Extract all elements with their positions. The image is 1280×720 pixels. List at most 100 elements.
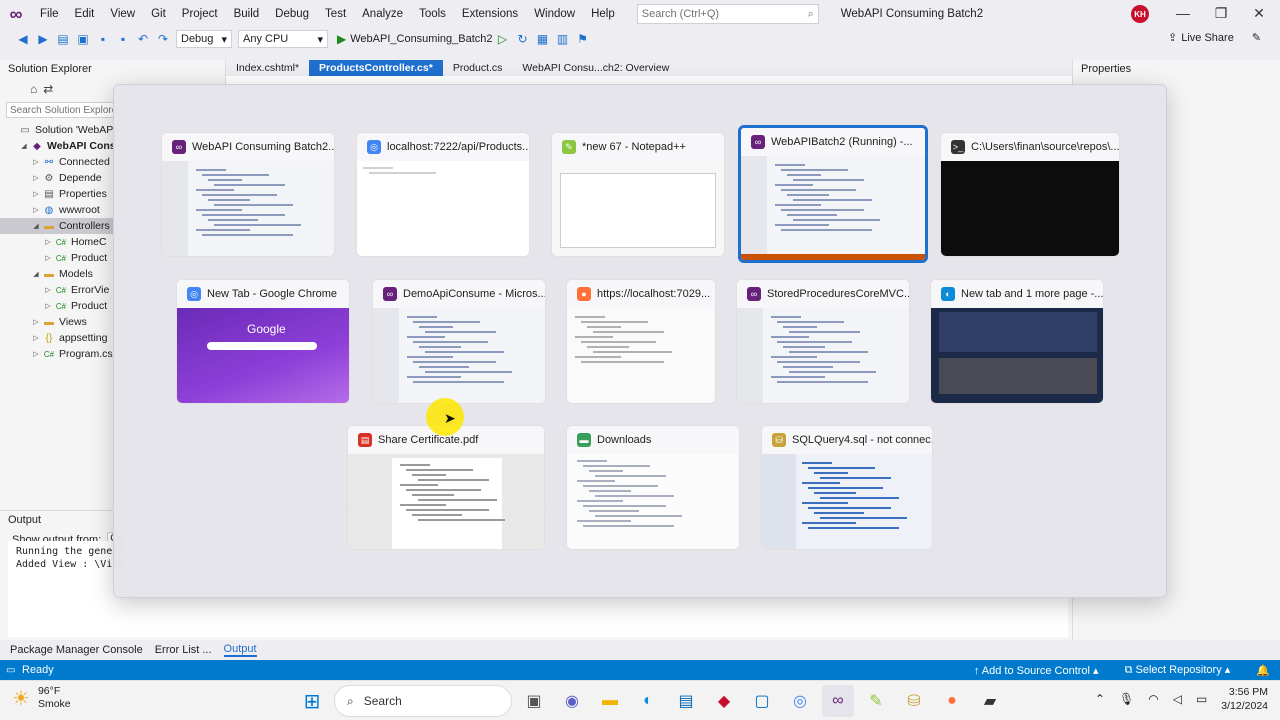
weather-widget[interactable]: ☀ 96°F Smoke xyxy=(12,685,71,711)
live-share-button[interactable]: ⇪ Live Share ✎ xyxy=(1168,31,1261,45)
expand-arrow-icon[interactable]: ◢ xyxy=(30,222,42,230)
notifications-icon[interactable]: 🔔 xyxy=(1256,664,1270,677)
menu-item[interactable]: View xyxy=(102,8,143,20)
task-view-icon[interactable]: ▣ xyxy=(518,685,550,717)
expand-arrow-icon[interactable]: ▷ xyxy=(42,254,54,262)
switcher-window-card[interactable]: ▬ Downloads xyxy=(566,425,740,550)
notepadpp-icon[interactable]: ✎ xyxy=(860,685,892,717)
platform-dropdown[interactable]: Any CPU ▾ xyxy=(238,30,328,48)
switcher-window-card[interactable]: ✎ *new 67 - Notepad++ xyxy=(551,132,725,257)
menu-item[interactable]: Project xyxy=(174,8,226,20)
minimize-button[interactable]: — xyxy=(1174,5,1192,21)
clock[interactable]: 3:56 PM 3/12/2024 xyxy=(1221,685,1268,713)
expand-arrow-icon[interactable]: ▷ xyxy=(30,158,42,166)
undo-icon[interactable]: ↶ xyxy=(134,30,152,48)
switcher-window-card[interactable]: ⛁ SQLQuery4.sql - not connec... xyxy=(761,425,933,550)
home-icon[interactable]: ⌂ xyxy=(30,82,37,96)
thumbnail-line xyxy=(808,467,875,469)
visual-studio-icon[interactable]: ∞ xyxy=(822,685,854,717)
expand-arrow-icon[interactable]: ▷ xyxy=(42,302,54,310)
firefox-icon[interactable]: ● xyxy=(936,685,968,717)
menu-item[interactable]: Analyze xyxy=(354,8,411,20)
menu-item[interactable]: Help xyxy=(583,8,623,20)
menu-item[interactable]: File xyxy=(32,8,67,20)
start-debugging-button[interactable]: ▶ WebAPI_Consuming_Batch2 xyxy=(337,32,493,46)
expand-arrow-icon[interactable]: ▷ xyxy=(30,318,42,326)
new-project-icon[interactable]: ▤ xyxy=(54,30,72,48)
bookmark-icon[interactable]: ⚑ xyxy=(574,30,592,48)
menu-item[interactable]: Test xyxy=(317,8,354,20)
expand-arrow-icon[interactable]: ▷ xyxy=(30,334,42,342)
wifi-icon[interactable]: ◠ xyxy=(1148,692,1158,706)
folder-icon[interactable]: ▦ xyxy=(534,30,552,48)
redo-icon[interactable]: ↷ xyxy=(154,30,172,48)
refresh-icon[interactable]: ↻ xyxy=(514,30,532,48)
switcher-window-card[interactable]: ◐ New tab and 1 more page -... xyxy=(930,279,1104,404)
menu-item[interactable]: Edit xyxy=(67,8,103,20)
microphone-icon[interactable]: 🎙 xyxy=(1119,692,1134,706)
bottom-tab[interactable]: Error List ... xyxy=(155,644,212,656)
menu-item[interactable]: Extensions xyxy=(454,8,526,20)
editor-tab[interactable]: ProductsController.cs* xyxy=(309,60,443,76)
battery-icon[interactable]: ▭ xyxy=(1196,692,1207,706)
close-button[interactable]: ✕ xyxy=(1250,5,1268,22)
switcher-window-card[interactable]: ◎ localhost:7222/api/Products... xyxy=(356,132,530,257)
menu-item[interactable]: Debug xyxy=(267,8,317,20)
save-icon[interactable]: ▪ xyxy=(94,30,112,48)
open-file-icon[interactable]: ▣ xyxy=(74,30,92,48)
editor-tab[interactable]: Index.cshtml* xyxy=(226,60,309,76)
switcher-window-card[interactable]: ∞ DemoApiConsume - Micros... xyxy=(372,279,546,404)
teams-icon[interactable]: ◉ xyxy=(556,685,588,717)
sync-icon[interactable]: ⇄ xyxy=(43,82,53,96)
switcher-window-card[interactable]: ∞ StoredProceduresCoreMVC... xyxy=(736,279,910,404)
switcher-window-card[interactable]: ∞ WebAPI Consuming Batch2... xyxy=(161,132,335,257)
mcafee-icon[interactable]: ◆ xyxy=(708,685,740,717)
expand-arrow-icon[interactable]: ▷ xyxy=(30,174,42,182)
ssms-icon[interactable]: ⛁ xyxy=(898,685,930,717)
expand-arrow-icon[interactable]: ▷ xyxy=(30,190,42,198)
forward-icon[interactable]: ▶ xyxy=(34,30,52,48)
expand-arrow-icon[interactable]: ▷ xyxy=(30,350,42,358)
select-repository-button[interactable]: ⧉ Select Repository ▴ xyxy=(1125,663,1231,677)
switcher-window-card[interactable]: ∞ WebAPIBatch2 (Running) -... xyxy=(738,125,928,263)
layout-icon[interactable]: ▥ xyxy=(554,30,572,48)
menu-item[interactable]: Build xyxy=(226,8,268,20)
bottom-tab[interactable]: Output xyxy=(223,643,257,657)
add-source-control-button[interactable]: ↑ Add to Source Control ▴ xyxy=(974,664,1099,677)
avatar[interactable]: KH xyxy=(1131,5,1149,23)
file-explorer-icon[interactable]: ▬ xyxy=(594,685,626,717)
save-all-icon[interactable]: ▪ xyxy=(114,30,132,48)
expand-arrow-icon[interactable]: ▷ xyxy=(30,206,42,214)
start-without-debugging-icon[interactable]: ▷ xyxy=(494,30,512,48)
switcher-window-card[interactable]: ▤ Share Certificate.pdf xyxy=(347,425,545,550)
expand-arrow-icon[interactable]: ▷ xyxy=(42,286,54,294)
back-icon[interactable]: ◀ xyxy=(14,30,32,48)
switcher-window-card[interactable]: >_ C:\Users\finan\source\repos\... xyxy=(940,132,1120,257)
maximize-button[interactable]: ❐ xyxy=(1212,5,1230,22)
window-thumbnail xyxy=(373,308,545,403)
chevron-up-icon[interactable]: ⌃ xyxy=(1095,692,1105,706)
terminal-icon[interactable]: ▰ xyxy=(974,685,1006,717)
store-icon[interactable]: ▤ xyxy=(670,685,702,717)
configuration-dropdown[interactable]: Debug ▾ xyxy=(176,30,232,48)
switcher-window-card[interactable]: ◎ New Tab - Google Chrome Google xyxy=(176,279,350,404)
menu-item[interactable]: Tools xyxy=(411,8,454,20)
chrome-icon[interactable]: ◎ xyxy=(784,685,816,717)
switcher-window-card[interactable]: ● https://localhost:7029... xyxy=(566,279,716,404)
bottom-tab[interactable]: Package Manager Console xyxy=(10,644,143,656)
expand-arrow-icon[interactable]: ◢ xyxy=(18,142,30,150)
taskbar-search[interactable]: ⌕ Search xyxy=(334,685,512,717)
start-icon[interactable]: ⊞ xyxy=(296,685,328,717)
search-box[interactable]: Search (Ctrl+Q) ⌕ xyxy=(636,4,819,24)
edge-icon[interactable]: ◐ xyxy=(632,685,664,717)
editor-tab[interactable]: Product.cs xyxy=(443,60,513,76)
feedback-icon[interactable]: ✎ xyxy=(1252,31,1261,44)
speaker-icon[interactable]: ◁ xyxy=(1173,692,1182,706)
menu-item[interactable]: Window xyxy=(526,8,583,20)
expand-arrow-icon[interactable]: ◢ xyxy=(30,270,42,278)
editor-tab[interactable]: WebAPI Consu...ch2: Overview xyxy=(512,60,679,76)
thumbnail-sidebar xyxy=(741,156,767,260)
expand-arrow-icon[interactable]: ▷ xyxy=(42,238,54,246)
menu-item[interactable]: Git xyxy=(143,8,174,20)
app-icon[interactable]: ▢ xyxy=(746,685,778,717)
